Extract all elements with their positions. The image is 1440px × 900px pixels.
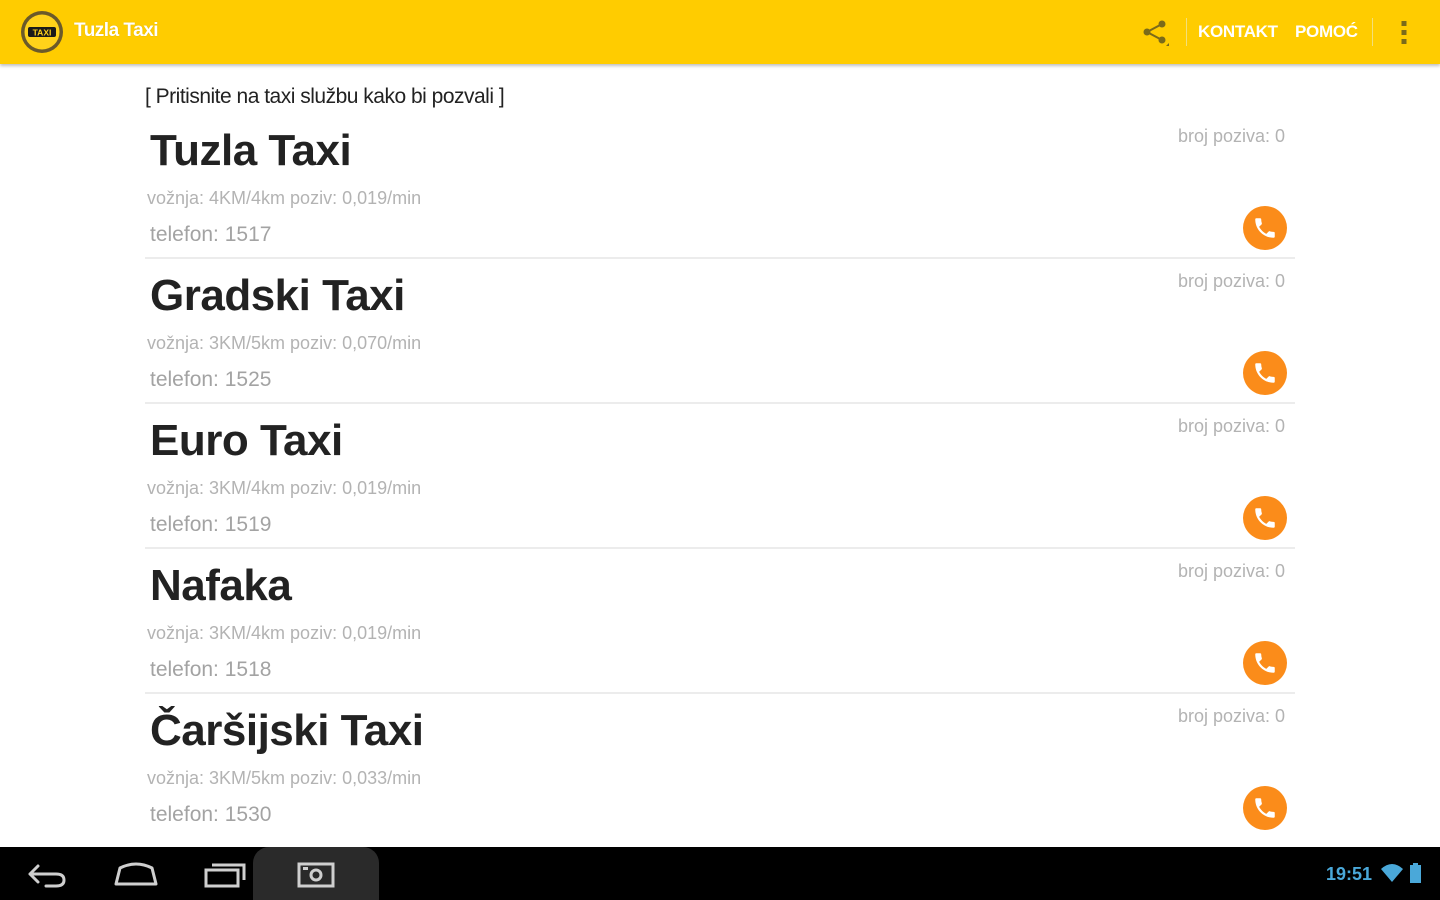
taxi-phone: telefon: 1519 — [150, 513, 272, 536]
screenshot-icon[interactable] — [286, 856, 346, 892]
app-title: Tuzla Taxi — [74, 20, 159, 41]
taxi-list: Tuzla Taxi vožnja: 4KM/4km poziv: 0,019/… — [145, 114, 1295, 839]
taxi-name: Gradski Taxi — [150, 271, 405, 320]
call-count: broj poziva: 0 — [1177, 561, 1285, 581]
call-button[interactable] — [1243, 786, 1287, 830]
call-count: broj poziva: 0 — [1177, 271, 1285, 291]
taxi-row-carsijski-taxi[interactable]: Čaršijski Taxi vožnja: 3KM/5km poziv: 0,… — [145, 694, 1295, 839]
phone-icon — [1255, 653, 1275, 673]
logo-text: TAXI — [33, 28, 52, 38]
call-count: broj poziva: 0 — [1177, 706, 1285, 726]
taxi-name: Nafaka — [150, 561, 292, 610]
phone-icon — [1255, 218, 1275, 238]
phone-icon — [1255, 508, 1275, 528]
taxi-phone: telefon: 1518 — [150, 658, 272, 681]
taxi-tariff: vožnja: 3KM/5km poziv: 0,070/min — [147, 333, 422, 353]
action-bar: TAXI Tuzla Taxi KONTAKT POMOĆ — [0, 0, 1440, 64]
call-count: broj poziva: 0 — [1177, 416, 1285, 436]
call-button[interactable] — [1243, 351, 1287, 395]
kontakt-button[interactable]: KONTAKT — [1198, 22, 1278, 42]
pomoc-button[interactable]: POMOĆ — [1295, 22, 1358, 42]
clock: 19:51 — [1326, 864, 1373, 884]
back-icon[interactable] — [16, 856, 76, 892]
taxi-phone: telefon: 1517 — [150, 223, 272, 246]
recent-apps-icon[interactable] — [196, 856, 256, 892]
action-bar-divider — [1372, 18, 1373, 46]
share-icon[interactable] — [1138, 14, 1174, 50]
taxi-phone: telefon: 1525 — [150, 368, 272, 391]
call-button[interactable] — [1243, 206, 1287, 250]
taxi-name: Čaršijski Taxi — [150, 706, 424, 755]
battery-icon — [1410, 863, 1421, 883]
call-button[interactable] — [1243, 496, 1287, 540]
system-nav-bar: 19:51 — [0, 847, 1440, 900]
taxi-tariff: vožnja: 4KM/4km poziv: 0,019/min — [147, 188, 422, 208]
taxi-name: Tuzla Taxi — [150, 126, 352, 175]
phone-icon — [1255, 363, 1275, 383]
phone-icon — [1255, 798, 1275, 818]
taxi-name: Euro Taxi — [150, 416, 343, 465]
taxi-tariff: vožnja: 3KM/4km poziv: 0,019/min — [147, 623, 422, 643]
taxi-tariff: vožnja: 3KM/5km poziv: 0,033/min — [147, 768, 422, 788]
home-icon[interactable] — [106, 856, 166, 892]
app-logo-icon[interactable]: TAXI — [20, 10, 64, 54]
taxi-row-euro-taxi[interactable]: Euro Taxi vožnja: 3KM/4km poziv: 0,019/m… — [145, 404, 1295, 549]
taxi-row-gradski-taxi[interactable]: Gradski Taxi vožnja: 3KM/5km poziv: 0,07… — [145, 259, 1295, 404]
call-count: broj poziva: 0 — [1177, 126, 1285, 146]
taxi-phone: telefon: 1530 — [150, 803, 272, 826]
wifi-icon — [1381, 864, 1403, 882]
overflow-menu-icon[interactable] — [1392, 16, 1416, 48]
instruction-text: [ Pritisnite na taxi službu kako bi pozv… — [145, 85, 505, 108]
action-bar-divider — [1186, 18, 1187, 46]
taxi-row-nafaka[interactable]: Nafaka vožnja: 3KM/4km poziv: 0,019/min … — [145, 549, 1295, 694]
call-button[interactable] — [1243, 641, 1287, 685]
taxi-tariff: vožnja: 3KM/4km poziv: 0,019/min — [147, 478, 422, 498]
taxi-row-tuzla-taxi[interactable]: Tuzla Taxi vožnja: 4KM/4km poziv: 0,019/… — [145, 114, 1295, 259]
